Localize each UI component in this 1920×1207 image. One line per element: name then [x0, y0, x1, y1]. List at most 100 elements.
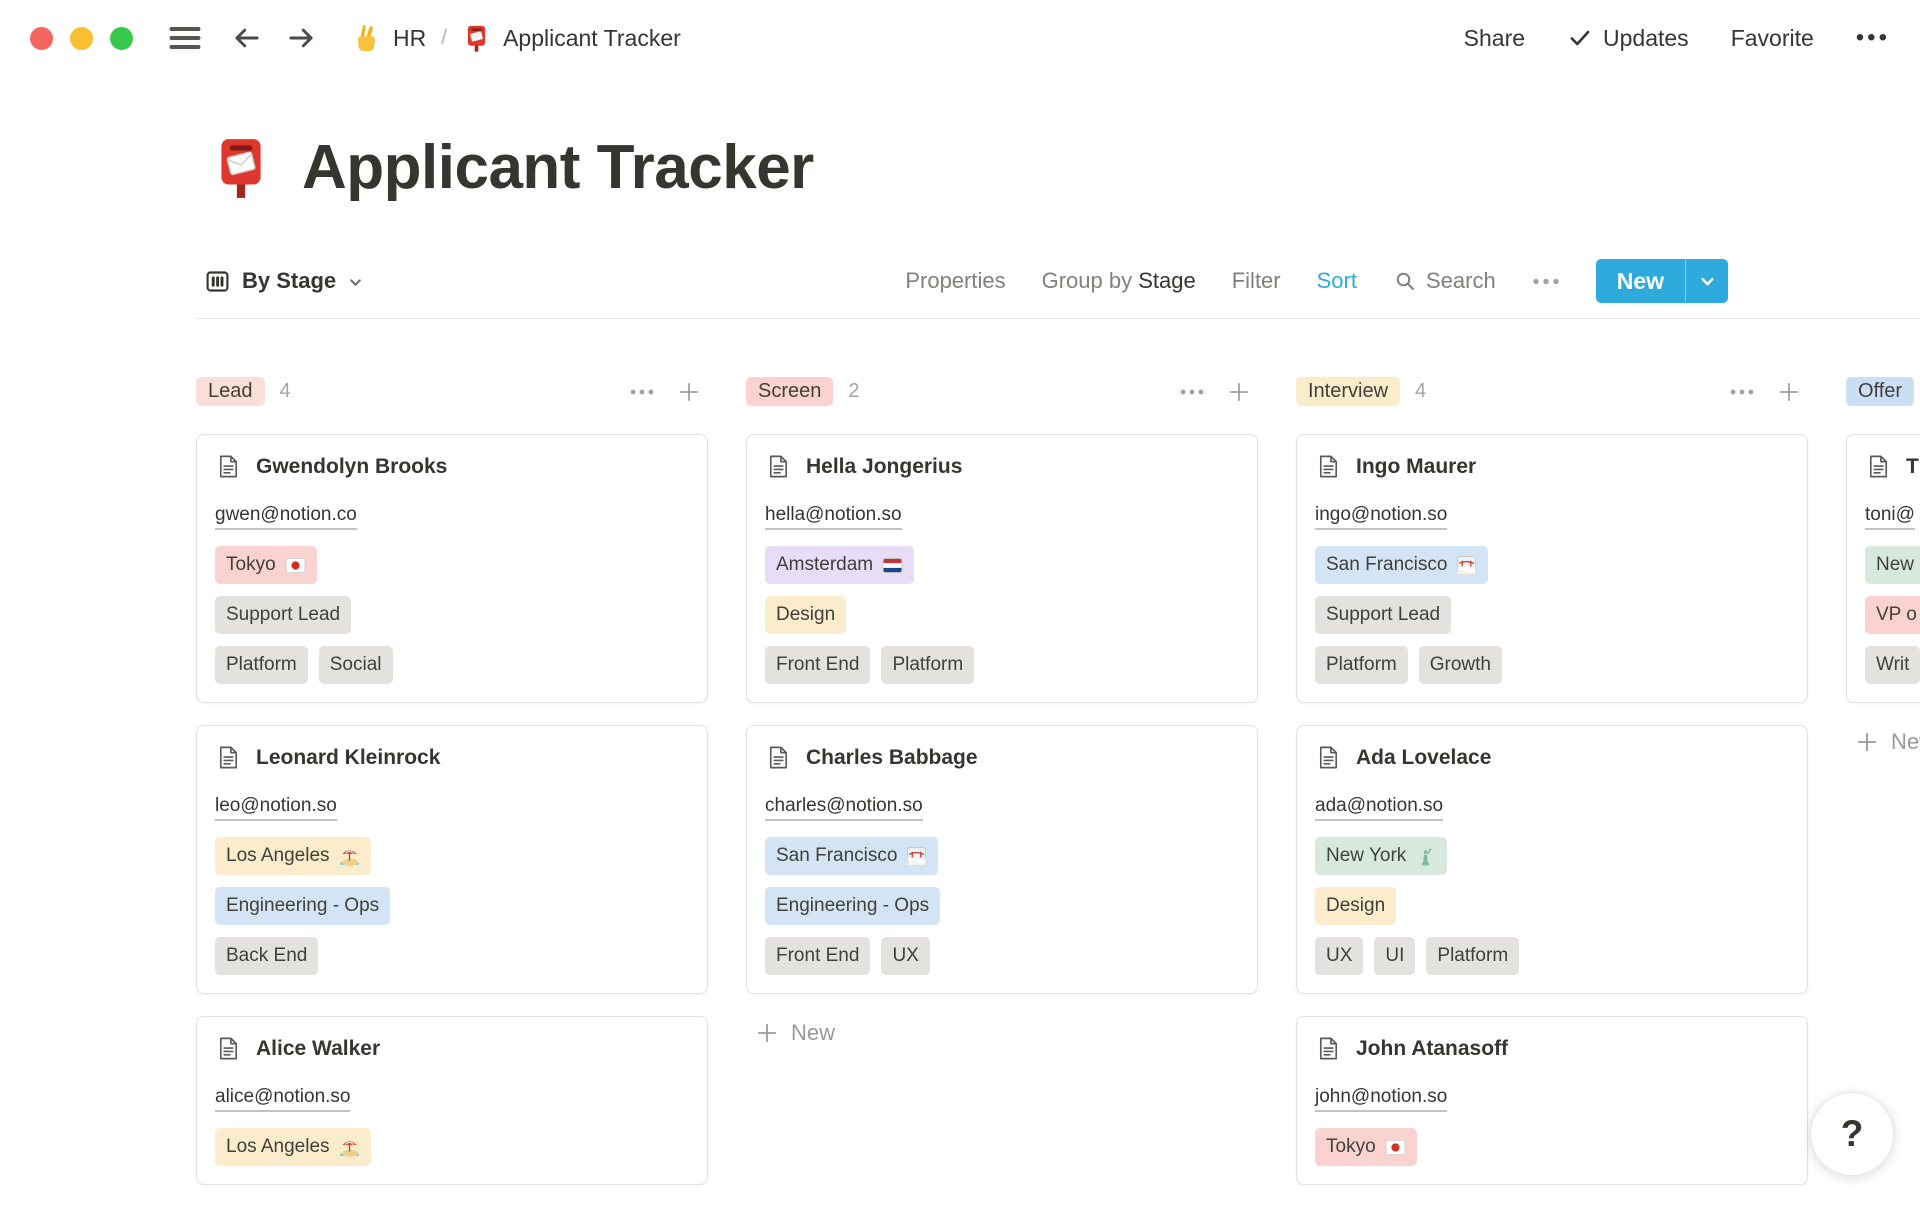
tag-san-francisco: San Francisco: [1315, 546, 1488, 584]
zoom-window-button[interactable]: [110, 27, 133, 50]
doc-icon: [765, 453, 792, 480]
add-card-button[interactable]: New: [1846, 725, 1920, 759]
card-email-link[interactable]: gwen@notion.co: [215, 504, 357, 530]
column-header: Offer: [1846, 375, 1920, 408]
toolbar-divider: [196, 318, 1920, 319]
properties-button[interactable]: Properties: [905, 268, 1005, 294]
applicant-card[interactable]: Hella Jongeriushella@notion.soAmsterdamD…: [746, 434, 1258, 703]
sidebar-toggle-button[interactable]: [167, 23, 203, 53]
board-column-interview: Interview4Ingo Maureringo@notion.soSan F…: [1296, 375, 1808, 1207]
breadcrumb-page-label: Applicant Tracker: [503, 25, 681, 52]
search-icon: [1393, 269, 1417, 293]
applicant-card[interactable]: Gwendolyn Brooksgwen@notion.coTokyoSuppo…: [196, 434, 708, 703]
add-card-button[interactable]: New: [746, 1016, 843, 1050]
tag-row: Platform Social: [215, 646, 689, 684]
forward-button[interactable]: [283, 20, 319, 56]
card-title-label: Gwendolyn Brooks: [256, 455, 447, 479]
column-status-badge[interactable]: Lead: [196, 377, 265, 406]
card-title-label: Ingo Maurer: [1356, 455, 1476, 479]
card-email-link[interactable]: alice@notion.so: [215, 1086, 350, 1112]
tag-label: New York: [1326, 841, 1406, 871]
board: Lead4 Gwendolyn Brooks gwen@notion.co Tokyo…: [196, 375, 1920, 1207]
tag-label: Front End: [776, 650, 859, 680]
card-title-label: Leonard Kleinrock: [256, 746, 440, 770]
tag-design: Design: [1315, 887, 1396, 925]
column-status-badge[interactable]: Screen: [746, 377, 833, 406]
board-view-icon: [204, 268, 231, 295]
help-button[interactable]: ?: [1810, 1092, 1894, 1176]
tag-label: Design: [1326, 891, 1385, 921]
card-title-row: T: [1865, 453, 1920, 480]
card-email-link[interactable]: ingo@notion.so: [1315, 504, 1447, 530]
view-switcher[interactable]: By Stage: [204, 268, 364, 295]
topbar-more-button[interactable]: •••: [1856, 24, 1890, 52]
search-button[interactable]: Search: [1393, 268, 1496, 294]
plus-icon: [676, 379, 702, 405]
applicant-card[interactable]: John Atanasoffjohn@notion.soTokyo: [1296, 1016, 1808, 1185]
card-email-link[interactable]: charles@notion.so: [765, 795, 923, 821]
window-controls: [30, 27, 133, 50]
applicant-card[interactable]: Leonard Kleinrockleo@notion.soLos Angele…: [196, 725, 708, 994]
new-dropdown-button[interactable]: [1686, 259, 1728, 303]
tag-row: Amsterdam: [765, 546, 1239, 584]
tag-row: Back End: [215, 937, 689, 975]
tag-row: Support Lead: [215, 596, 689, 634]
group-by-button[interactable]: Group by Stage: [1042, 268, 1196, 294]
applicant-card[interactable]: Ttoni@NewVP oWrit: [1846, 434, 1920, 703]
breadcrumb-workspace[interactable]: HR: [351, 23, 426, 53]
card-title-label: Ada Lovelace: [1356, 746, 1491, 770]
sort-button[interactable]: Sort: [1317, 268, 1357, 294]
toolbar-more-button[interactable]: [1532, 277, 1560, 286]
tag-row: San Francisco: [765, 837, 1239, 875]
column-tools: [1729, 379, 1802, 405]
page-title[interactable]: Applicant Tracker: [302, 132, 814, 203]
column-more-button[interactable]: [629, 388, 655, 396]
card-email-link[interactable]: toni@: [1865, 504, 1915, 530]
column-status-badge[interactable]: Interview: [1296, 377, 1400, 406]
tag-ux: UX: [1315, 937, 1363, 975]
card-title-label: Charles Babbage: [806, 746, 978, 770]
filter-button[interactable]: Filter: [1232, 268, 1281, 294]
column-add-button[interactable]: [1776, 379, 1802, 405]
more-dots-icon: [629, 388, 655, 396]
breadcrumb-page[interactable]: Applicant Tracker: [462, 24, 681, 53]
close-window-button[interactable]: [30, 27, 53, 50]
postbox-icon: [462, 24, 491, 53]
postbox-icon-large[interactable]: [208, 135, 274, 201]
updates-button[interactable]: Updates: [1567, 25, 1689, 52]
tag-row: Tokyo: [1315, 1128, 1789, 1166]
back-button[interactable]: [229, 20, 265, 56]
arrow-left-icon: [229, 20, 265, 56]
tag-tokyo: Tokyo: [1315, 1128, 1417, 1166]
tag-san-francisco: San Francisco: [765, 837, 938, 875]
check-icon: [1567, 25, 1593, 51]
column-more-button[interactable]: [1729, 388, 1755, 396]
favorite-button[interactable]: Favorite: [1731, 25, 1814, 52]
column-add-button[interactable]: [676, 379, 702, 405]
search-label: Search: [1426, 268, 1496, 294]
tag-support-lead: Support Lead: [215, 596, 351, 634]
card-email-link[interactable]: john@notion.so: [1315, 1086, 1447, 1112]
share-button[interactable]: Share: [1464, 25, 1525, 52]
breadcrumb-workspace-label: HR: [393, 25, 426, 52]
new-button[interactable]: New: [1596, 259, 1686, 303]
applicant-card[interactable]: Alice Walkeralice@notion.soLos Angeles: [196, 1016, 708, 1185]
applicant-card[interactable]: Ingo Maureringo@notion.soSan FranciscoSu…: [1296, 434, 1808, 703]
card-email-link[interactable]: ada@notion.so: [1315, 795, 1443, 821]
doc-icon: [765, 744, 792, 771]
column-add-button[interactable]: [1226, 379, 1252, 405]
hamburger-icon: [167, 23, 203, 53]
applicant-card[interactable]: Charles Babbage charles@notion.so San Fran…: [746, 725, 1258, 994]
tag-label: Platform: [226, 650, 297, 680]
column-header: Lead4: [196, 375, 708, 408]
tag-row: Front EndUX: [765, 937, 1239, 975]
tag-label: Social: [330, 650, 382, 680]
column-status-badge[interactable]: Offer: [1846, 377, 1914, 406]
minimize-window-button[interactable]: [70, 27, 93, 50]
card-email-link[interactable]: leo@notion.so: [215, 795, 337, 821]
column-more-button[interactable]: [1179, 388, 1205, 396]
applicant-card[interactable]: Ada Lovelace ada@notion.so New York Design U…: [1296, 725, 1808, 994]
card-email-link[interactable]: hella@notion.so: [765, 504, 902, 530]
tag-ux: UX: [881, 937, 929, 975]
tag-label: UX: [1326, 941, 1352, 971]
